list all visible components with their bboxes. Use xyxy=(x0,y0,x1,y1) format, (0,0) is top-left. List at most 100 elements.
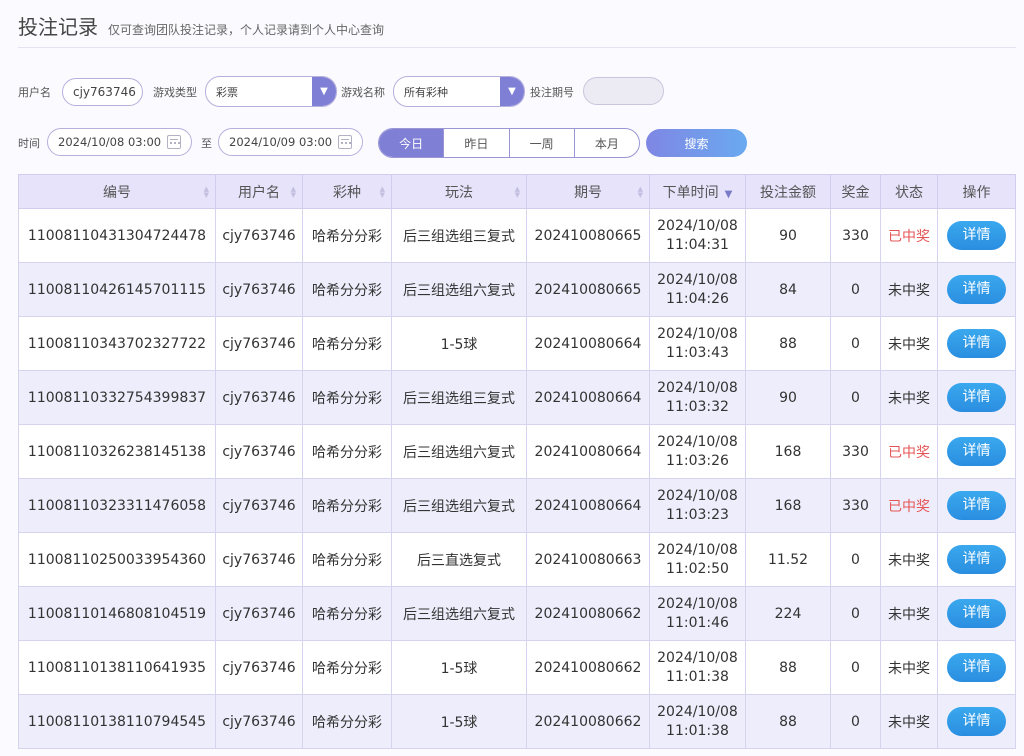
col-header-play[interactable]: 玩法 ▲ ▼ xyxy=(391,174,527,209)
col-issue-label: 期号 xyxy=(574,184,602,201)
col-header-issue[interactable]: 期号 ▲ ▼ xyxy=(526,174,650,209)
col-header-prize: 奖金 xyxy=(830,174,881,209)
start-time-input[interactable]: 2024/10/08 03:00 xyxy=(47,128,192,156)
cell-action: 详情 xyxy=(937,640,1016,695)
detail-button[interactable]: 详情 xyxy=(947,329,1006,358)
cell-id: 11008110326238145138 xyxy=(18,424,216,479)
cell-prize: 0 xyxy=(830,316,881,371)
sort-icon: ▲ ▼ xyxy=(514,185,520,199)
cell-play: 1-5球 xyxy=(391,640,527,695)
search-button[interactable]: 搜索 xyxy=(646,129,747,157)
detail-button[interactable]: 详情 xyxy=(947,545,1006,574)
cell-status: 已中奖 xyxy=(880,478,938,533)
order-clock: 11:01:46 xyxy=(666,614,729,631)
cell-user: cjy763746 xyxy=(215,262,303,317)
cell-play: 1-5球 xyxy=(391,694,527,749)
cell-prize: 0 xyxy=(830,586,881,641)
cell-status: 已中奖 xyxy=(880,208,938,263)
col-user-label: 用户名 xyxy=(238,184,280,201)
cell-user: cjy763746 xyxy=(215,208,303,263)
issue-input[interactable] xyxy=(583,77,664,105)
game-type-select[interactable]: 彩票 ▼ xyxy=(205,76,337,107)
col-header-lottery[interactable]: 彩种 ▲ ▼ xyxy=(302,174,392,209)
cell-issue: 202410080664 xyxy=(526,478,650,533)
cell-issue: 202410080662 xyxy=(526,640,650,695)
order-clock: 11:04:26 xyxy=(666,290,729,307)
table-row: 11008110323311476058 cjy763746 哈希分分彩 后三组选组六… xyxy=(18,478,1016,533)
cell-order-time: 2024/10/08 11:04:26 xyxy=(649,262,746,317)
sort-icon: ▲ ▼ xyxy=(290,185,296,199)
sort-icon: ▲ ▼ xyxy=(203,185,209,199)
cell-prize: 0 xyxy=(830,532,881,587)
table-row: 11008110138110794545 cjy763746 哈希分分彩 1-5球 20… xyxy=(18,694,1016,749)
cell-amount: 224 xyxy=(745,586,831,641)
detail-button[interactable]: 详情 xyxy=(947,221,1006,250)
col-status-label: 状态 xyxy=(895,184,923,201)
cell-status: 未中奖 xyxy=(880,532,938,587)
cell-status: 已中奖 xyxy=(880,424,938,479)
username-value: cjy763746 xyxy=(73,85,136,99)
cell-user: cjy763746 xyxy=(215,640,303,695)
time-label: 时间 xyxy=(18,137,40,150)
cell-order-time: 2024/10/08 11:03:32 xyxy=(649,370,746,425)
cell-issue: 202410080664 xyxy=(526,370,650,425)
detail-button[interactable]: 详情 xyxy=(947,707,1006,736)
cell-id: 11008110146808104519 xyxy=(18,586,216,641)
cell-play: 后三组选组三复式 xyxy=(391,370,527,425)
detail-button[interactable]: 详情 xyxy=(947,491,1006,520)
page-header: 投注记录 仅可查询团队投注记录，个人记录请到个人中心查询 xyxy=(18,14,1016,48)
range-yesterday-button[interactable]: 昨日 xyxy=(443,129,508,157)
cell-user: cjy763746 xyxy=(215,424,303,479)
chevron-down-icon: ▼ xyxy=(312,77,336,106)
cell-prize: 330 xyxy=(830,424,881,479)
cell-issue: 202410080663 xyxy=(526,532,650,587)
sort-icon: ▲ ▼ xyxy=(379,185,385,199)
cell-id: 1100811043130472447​8 xyxy=(18,208,216,263)
order-date: 2024/10/08 xyxy=(657,649,738,666)
col-order-time-label: 下单时间 xyxy=(662,184,719,201)
cell-amount: 168 xyxy=(745,424,831,479)
cell-action: 详情 xyxy=(937,532,1016,587)
cell-play: 后三组选组六复式 xyxy=(391,478,527,533)
cell-play: 1-5球 xyxy=(391,316,527,371)
detail-button[interactable]: 详情 xyxy=(947,383,1006,412)
cell-prize: 0 xyxy=(830,370,881,425)
cell-status: 未中奖 xyxy=(880,262,938,317)
detail-button[interactable]: 详情 xyxy=(947,437,1006,466)
cell-issue: 202410080664 xyxy=(526,424,650,479)
range-week-button[interactable]: 一周 xyxy=(508,129,574,157)
order-clock: 11:03:32 xyxy=(666,398,729,415)
cell-status: 未中奖 xyxy=(880,370,938,425)
cell-order-time: 2024/10/08 11:02:50 xyxy=(649,532,746,587)
table-row: 11008110250033954360 cjy763746 哈希分分彩 后三直选复式… xyxy=(18,532,1016,587)
detail-button[interactable]: 详情 xyxy=(947,275,1006,304)
cell-issue: 202410080665 xyxy=(526,262,650,317)
detail-button[interactable]: 详情 xyxy=(947,653,1006,682)
order-date: 2024/10/08 xyxy=(657,595,738,612)
cell-id: 11008110138110641935 xyxy=(18,640,216,695)
username-input[interactable]: cjy763746 xyxy=(62,78,143,106)
cell-issue: 202410080665 xyxy=(526,208,650,263)
col-lottery-label: 彩种 xyxy=(333,184,361,201)
cell-action: 详情 xyxy=(937,316,1016,371)
cell-lottery: 哈希分分彩 xyxy=(302,316,392,371)
range-month-button[interactable]: 本月 xyxy=(573,129,639,157)
range-today-button[interactable]: 今日 xyxy=(379,129,444,157)
col-header-order-time[interactable]: 下单时间 ▼ xyxy=(649,174,746,209)
cell-user: cjy763746 xyxy=(215,532,303,587)
cell-lottery: 哈希分分彩 xyxy=(302,370,392,425)
col-header-id[interactable]: 编号 ▲ ▼ xyxy=(18,174,216,209)
order-clock: 11:03:43 xyxy=(666,344,729,361)
cell-id: 11008110426145701115 xyxy=(18,262,216,317)
to-label: 至 xyxy=(201,137,212,150)
col-header-user[interactable]: 用户名 ▲ ▼ xyxy=(215,174,303,209)
order-clock: 11:01:38 xyxy=(666,668,729,685)
cell-play: 后三组选组六复式 xyxy=(391,586,527,641)
detail-button[interactable]: 详情 xyxy=(947,599,1006,628)
end-time-input[interactable]: 2024/10/09 03:00 xyxy=(218,128,363,156)
cell-issue: 202410080662 xyxy=(526,694,650,749)
cell-prize: 0 xyxy=(830,262,881,317)
cell-action: 详情 xyxy=(937,370,1016,425)
cell-id: 11008110250033954360 xyxy=(18,532,216,587)
game-name-select[interactable]: 所有彩种 ▼ xyxy=(393,76,525,107)
